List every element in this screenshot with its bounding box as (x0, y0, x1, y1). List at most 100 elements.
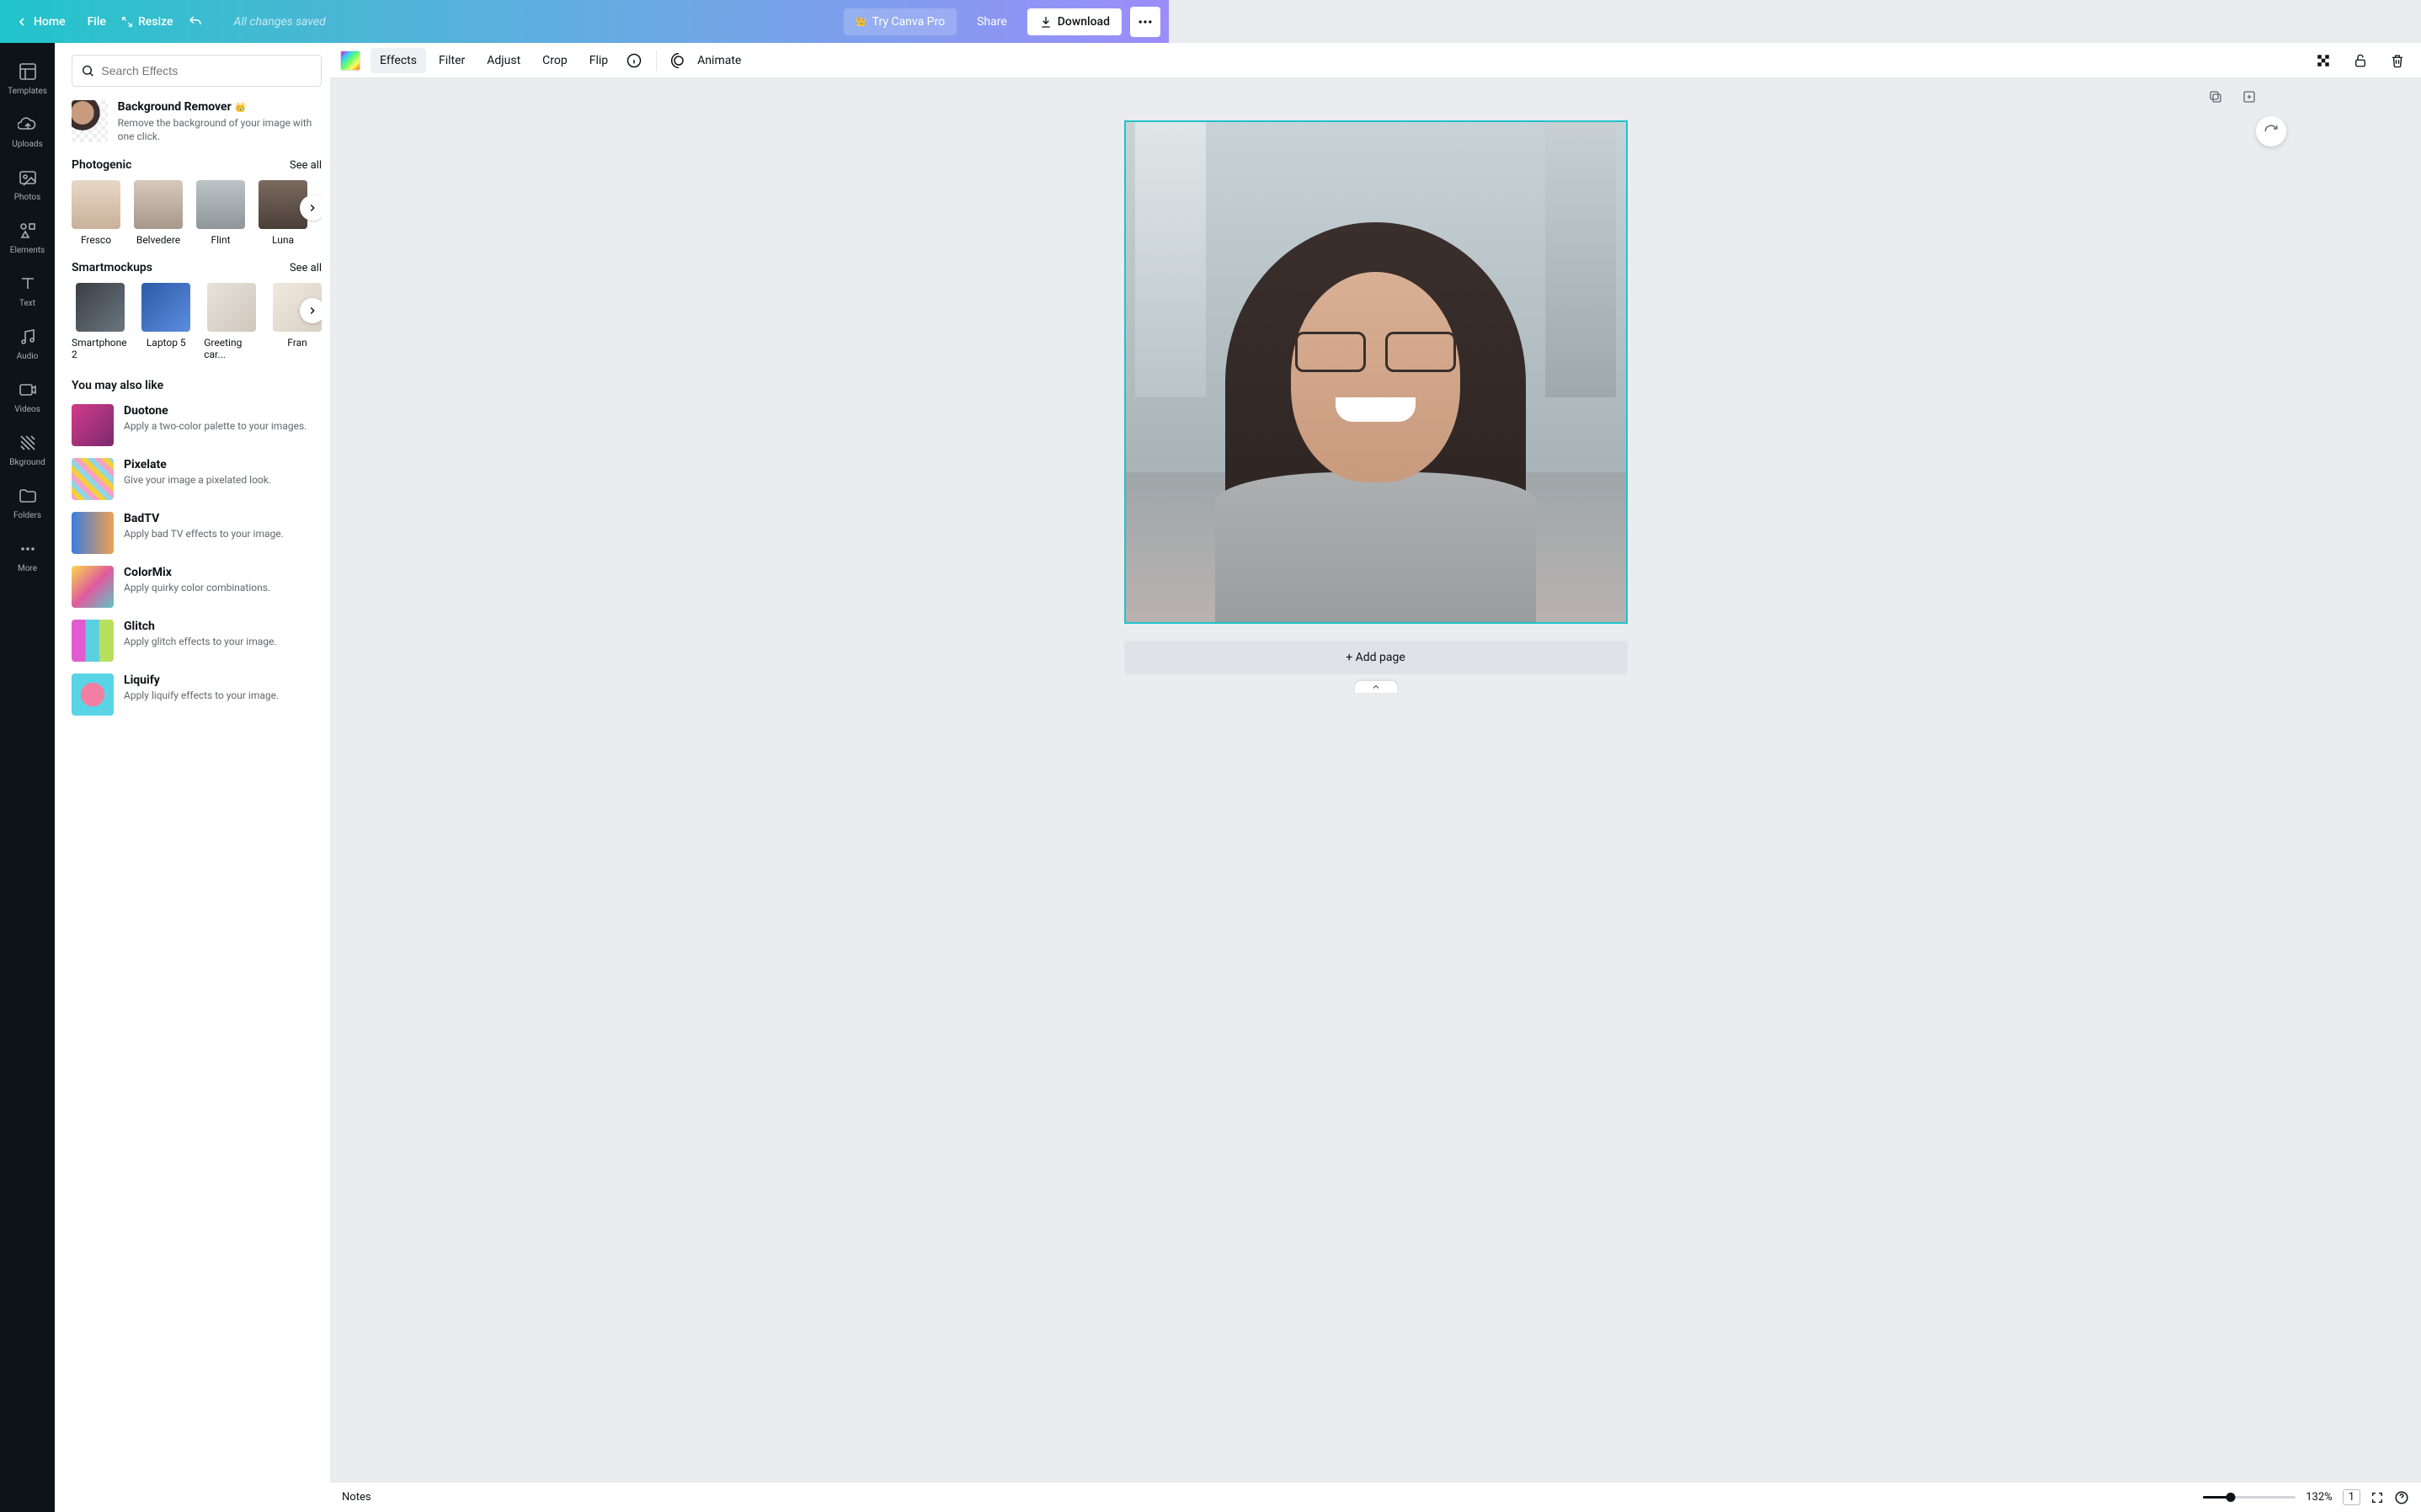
trash-icon (2390, 53, 2405, 68)
nav-folders[interactable]: Folders (0, 477, 55, 530)
lock-button[interactable] (2347, 47, 2374, 74)
rec-glitch-text: Glitch Apply glitch effects to your imag… (124, 620, 277, 662)
help-icon (2394, 1490, 2409, 1505)
rec-colormix-text: ColorMix Apply quirky color combinations… (124, 566, 270, 608)
search-icon (81, 63, 94, 78)
portrait-glasses (1295, 332, 1455, 372)
home-label: Home (34, 15, 66, 29)
videos-icon (18, 380, 38, 400)
nav-photos[interactable]: Photos (0, 159, 55, 212)
resize-label: Resize (138, 15, 173, 29)
photogenic-belvedere[interactable]: Belvedere (134, 180, 183, 246)
glitch-icon (72, 620, 114, 662)
header-left: Home File Resize All changes saved (8, 12, 326, 32)
nav-bkground[interactable]: Bkground (0, 424, 55, 477)
duplicate-page-button[interactable] (2204, 85, 2227, 109)
rec-badtv[interactable]: BadTV Apply bad TV effects to your image… (72, 512, 322, 554)
bg-building-left (1135, 122, 1205, 397)
color-picker-button[interactable] (340, 51, 360, 71)
smartmockups-next-button[interactable] (300, 298, 322, 323)
liquify-icon (72, 673, 114, 716)
fullscreen-button[interactable] (2370, 1491, 2384, 1504)
portrait-smile (1336, 397, 1416, 423)
fresco-thumb (72, 180, 120, 229)
belvedere-thumb (134, 180, 183, 229)
rec-colormix[interactable]: ColorMix Apply quirky color combinations… (72, 566, 322, 608)
photogenic-row: Fresco Belvedere Flint Luna (72, 180, 322, 246)
nav-uploads[interactable]: Uploads (0, 106, 55, 159)
rec-liquify[interactable]: Liquify Apply liquify effects to your im… (72, 673, 322, 716)
flint-thumb (196, 180, 245, 229)
resize-menu[interactable]: Resize (121, 15, 173, 29)
page-indicator[interactable]: 1 (2343, 1489, 2360, 1505)
nav-text-label: Text (19, 299, 35, 308)
elements-icon (18, 221, 38, 241)
info-button[interactable] (621, 47, 648, 74)
nav-more[interactable]: More (0, 530, 55, 583)
rec-duotone-text: Duotone Apply a two-color palette to you… (124, 404, 307, 446)
transparency-button[interactable] (2310, 47, 2337, 74)
more-menu-button[interactable] (1130, 7, 1160, 37)
photogenic-next-button[interactable] (300, 195, 322, 221)
smartmockup-smartphone2[interactable]: Smartphone 2 (72, 283, 128, 360)
nav-text[interactable]: Text (0, 265, 55, 318)
nav-templates[interactable]: Templates (0, 53, 55, 106)
canvas-area[interactable]: + Add page (330, 78, 2421, 1482)
home-button[interactable]: Home (8, 12, 72, 32)
try-pro-label: Try Canva Pro (872, 15, 945, 29)
timeline-expand-handle[interactable] (1355, 681, 1397, 693)
transparency-icon (2316, 53, 2331, 68)
filter-tab[interactable]: Filter (429, 48, 474, 73)
photogenic-flint[interactable]: Flint (196, 180, 245, 246)
nav-bkground-label: Bkground (9, 458, 45, 467)
canvas-page[interactable] (1124, 120, 1628, 624)
smartphone2-thumb (76, 283, 125, 332)
rec-duotone[interactable]: Duotone Apply a two-color palette to you… (72, 404, 322, 446)
smartmockup-greetingcard[interactable]: Greeting car... (204, 283, 259, 360)
nav-videos[interactable]: Videos (0, 371, 55, 424)
help-button[interactable] (2394, 1490, 2409, 1505)
undo-icon (188, 14, 203, 29)
adjust-tab[interactable]: Adjust (477, 48, 530, 73)
refresh-button[interactable] (2256, 116, 2286, 146)
animate-icon-button[interactable] (665, 47, 692, 74)
file-menu[interactable]: File (88, 15, 106, 29)
share-button[interactable]: Share (965, 8, 1019, 35)
photogenic-see-all[interactable]: See all (290, 159, 322, 172)
nav-audio[interactable]: Audio (0, 318, 55, 371)
download-button[interactable]: Download (1027, 8, 1122, 35)
add-page-button[interactable]: + Add page (1124, 641, 1628, 674)
pixelate-desc: Give your image a pixelated look. (124, 474, 271, 486)
bg-remover-item[interactable]: Background Remover 👑 Remove the backgrou… (72, 100, 322, 143)
delete-button[interactable] (2384, 47, 2411, 74)
search-input[interactable] (101, 64, 312, 77)
nav-elements[interactable]: Elements (0, 212, 55, 265)
photogenic-luna[interactable]: Luna (259, 180, 307, 246)
smartmockup-laptop5[interactable]: Laptop 5 (141, 283, 190, 360)
text-icon (18, 274, 38, 294)
bg-building-right (1545, 122, 1615, 397)
rec-pixelate[interactable]: Pixelate Give your image a pixelated loo… (72, 458, 322, 500)
effects-tab[interactable]: Effects (371, 48, 426, 73)
bottom-bar: Notes 132% 1 (330, 1482, 2421, 1512)
animate-tab[interactable]: Animate (696, 48, 750, 73)
add-page-icon-button[interactable] (2237, 85, 2261, 109)
pixelate-icon (72, 458, 114, 500)
photogenic-fresco[interactable]: Fresco (72, 180, 120, 246)
more-icon (18, 539, 38, 559)
bg-remover-desc: Remove the background of your image with… (118, 116, 322, 143)
colormix-icon (72, 566, 114, 608)
rec-glitch[interactable]: Glitch Apply glitch effects to your imag… (72, 620, 322, 662)
zoom-value[interactable]: 132% (2306, 1491, 2332, 1504)
undo-button[interactable] (188, 14, 203, 29)
try-pro-button[interactable]: 👑 Try Canva Pro (844, 8, 957, 35)
crop-tab[interactable]: Crop (533, 48, 577, 73)
zoom-slider-knob[interactable] (2226, 1493, 2236, 1502)
canvas-tools (2204, 85, 2261, 109)
portrait-shirt (1215, 472, 1535, 622)
zoom-slider[interactable] (2203, 1496, 2296, 1499)
nav-templates-label: Templates (8, 87, 47, 96)
notes-button[interactable]: Notes (342, 1491, 371, 1504)
smartmockups-see-all[interactable]: See all (290, 262, 322, 274)
flip-tab[interactable]: Flip (580, 48, 617, 73)
